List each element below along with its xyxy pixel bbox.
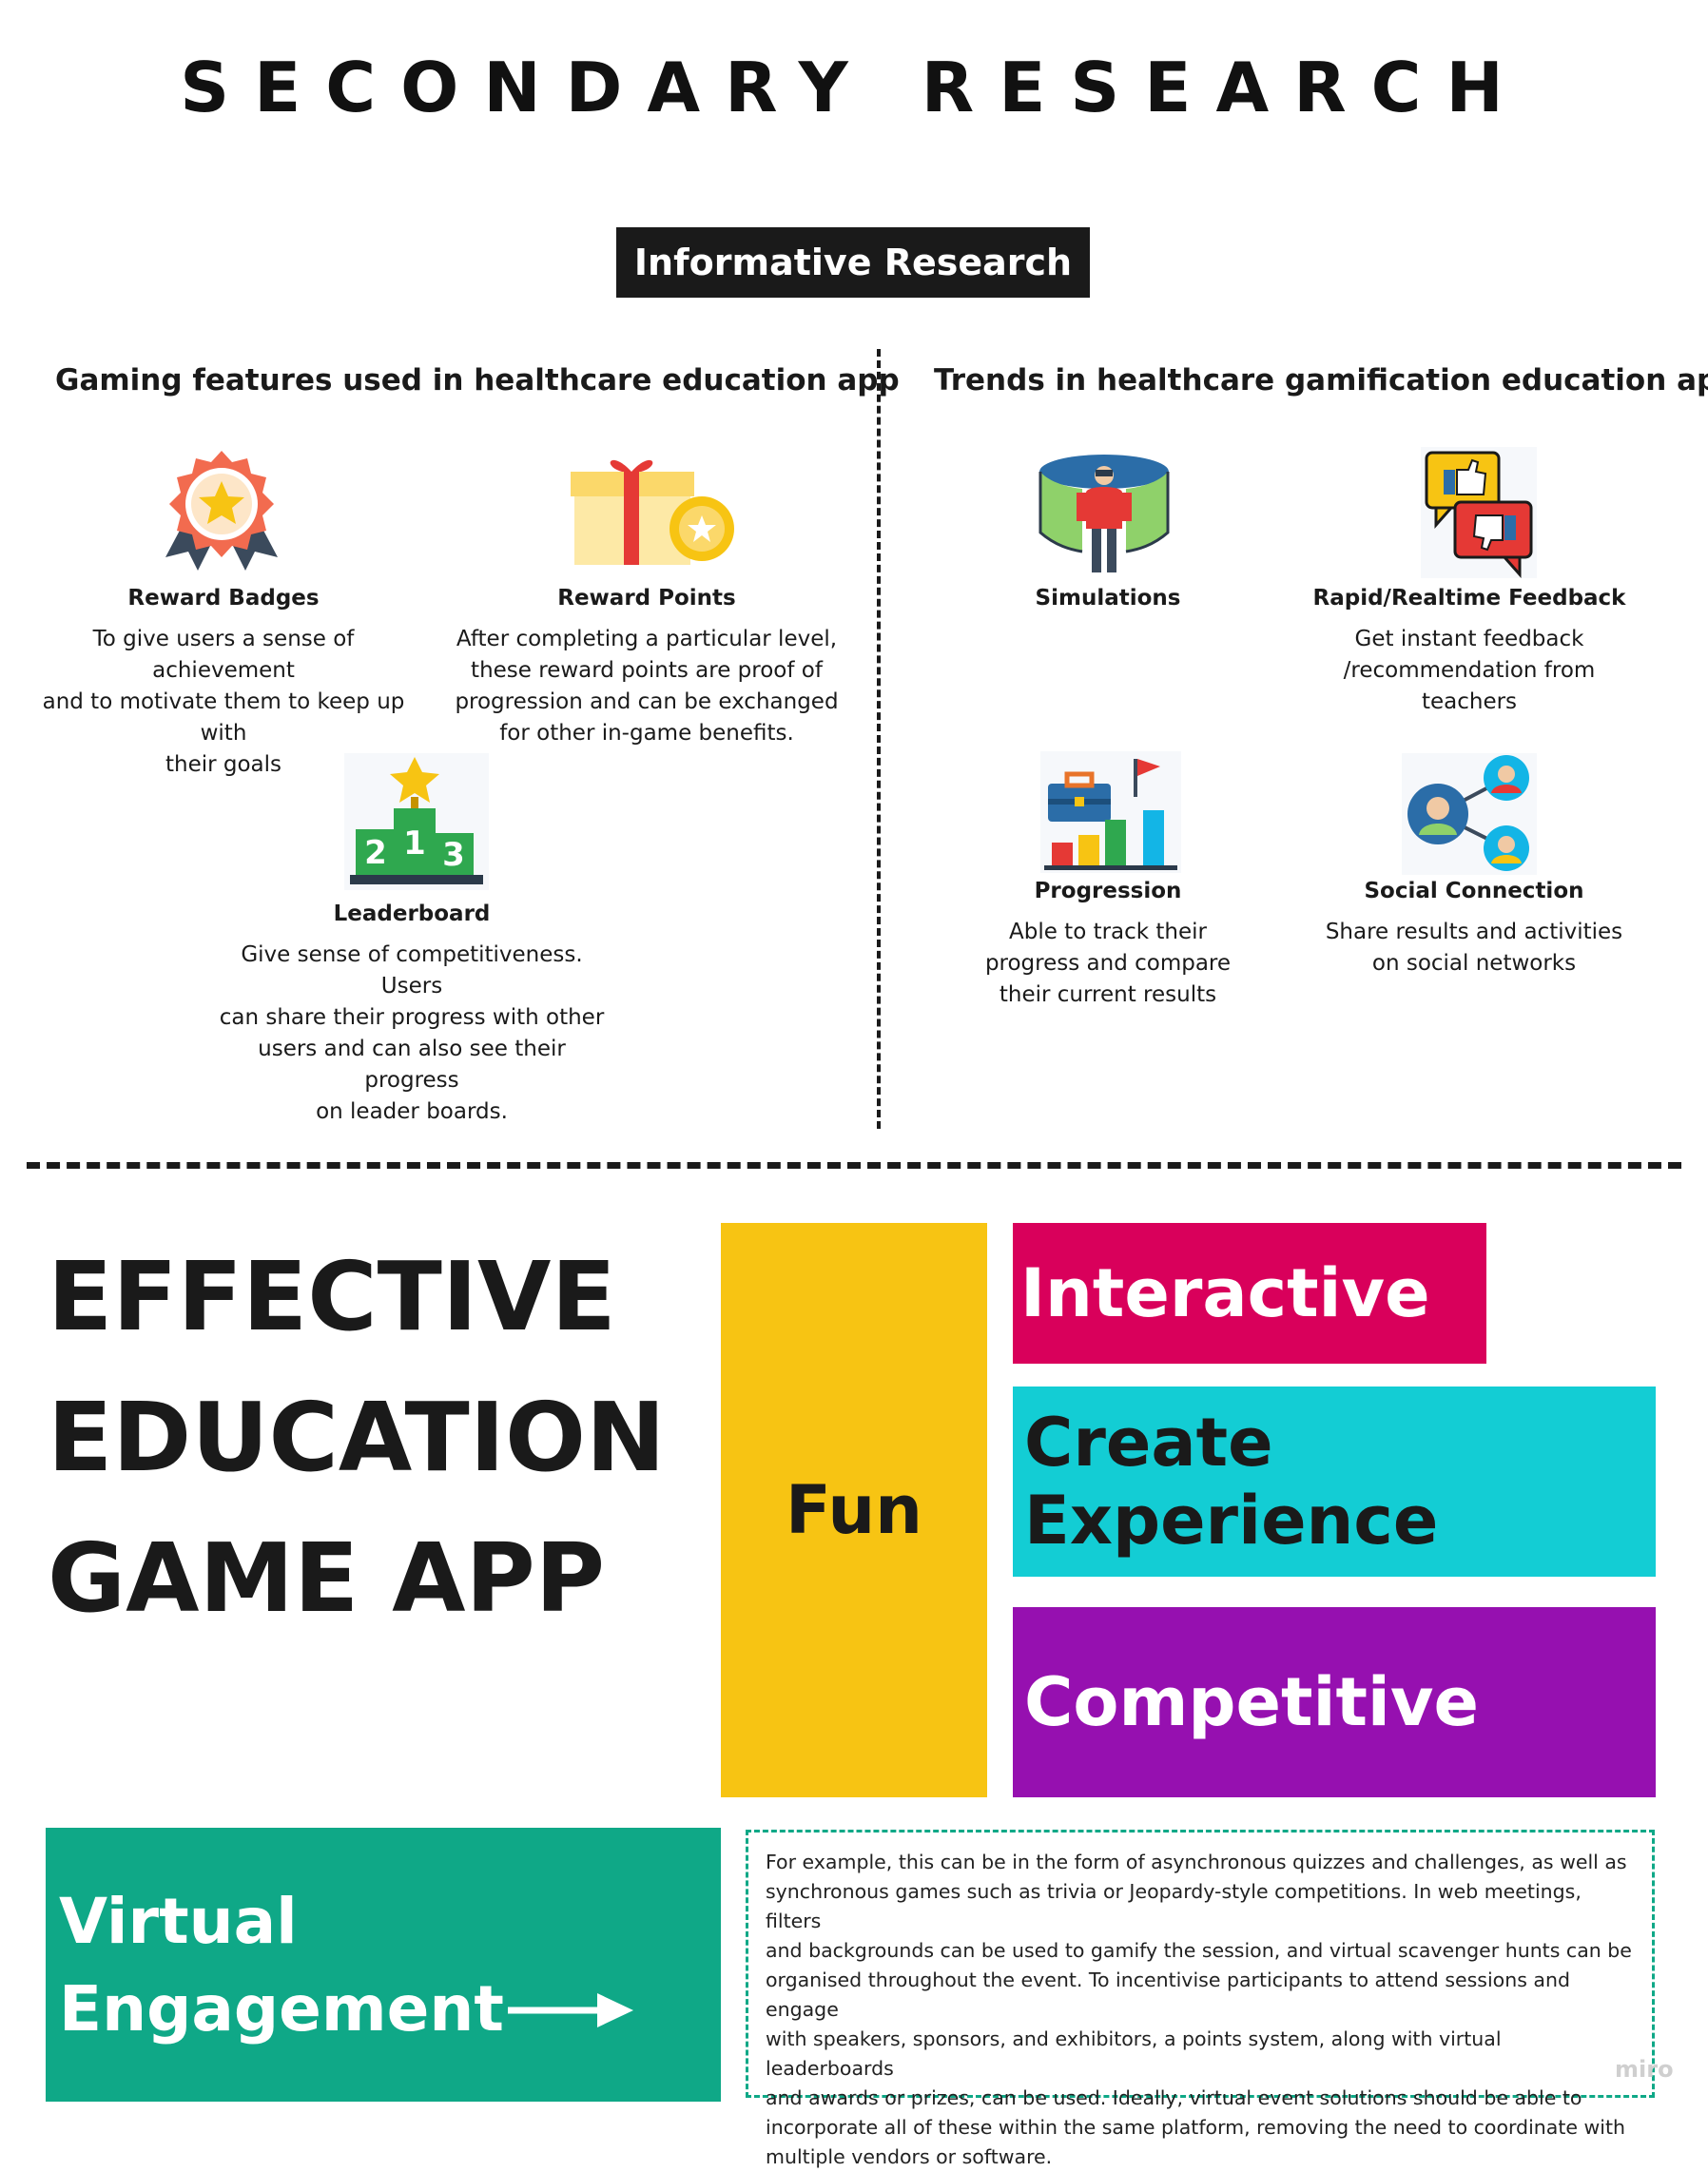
realtime-feedback-description: Get instant feedback /recommendation fro… bbox=[1343, 627, 1596, 714]
simulations-title: Simulations bbox=[1035, 586, 1181, 611]
reward-badges-title: Reward Badges bbox=[127, 586, 320, 611]
svg-text:3: 3 bbox=[442, 836, 465, 874]
example-text-box: For example, this can be in the form of … bbox=[746, 1830, 1655, 2168]
social-network-icon bbox=[1402, 753, 1537, 875]
social-connection-item: Social Connection Share results and acti… bbox=[1303, 879, 1645, 979]
right-column-heading: Trends in healthcare gamification educat… bbox=[934, 363, 1708, 398]
reward-badges-description: To give users a sense of achievement and… bbox=[42, 627, 405, 777]
social-connection-description: Share results and activities on social n… bbox=[1325, 920, 1623, 976]
horizontal-divider bbox=[27, 1162, 1681, 1169]
reward-points-item: Reward Points After completing a particu… bbox=[447, 586, 846, 749]
virtual-engagement-line1: Virtual bbox=[59, 1885, 298, 1958]
progression-description: Able to track their progress and compare… bbox=[984, 920, 1232, 1007]
leaderboard-title: Leaderboard bbox=[333, 902, 491, 926]
social-connection-title: Social Connection bbox=[1364, 879, 1584, 903]
leaderboard-description: Give sense of competitiveness. Users can… bbox=[219, 942, 605, 1124]
vertical-divider bbox=[877, 349, 881, 1129]
reward-points-description: After completing a particular level, the… bbox=[455, 627, 839, 746]
simulations-item: Simulations bbox=[961, 586, 1255, 611]
reward-points-title: Reward Points bbox=[557, 586, 736, 611]
competitive-block: Competitive bbox=[1013, 1607, 1656, 1797]
vr-simulation-icon bbox=[1038, 455, 1170, 572]
create-experience-block: Create Experience bbox=[1013, 1387, 1656, 1577]
progress-chart-icon bbox=[1040, 751, 1181, 873]
svg-text:2: 2 bbox=[364, 834, 387, 872]
section-badge: Informative Research bbox=[616, 227, 1090, 298]
arrow-right-icon bbox=[508, 1993, 633, 2027]
leaderboard-item: Leaderboard Give sense of competitivenes… bbox=[207, 902, 616, 1128]
left-column-heading: Gaming features used in healthcare educa… bbox=[55, 363, 900, 398]
progression-item: Progression Able to track their progress… bbox=[961, 879, 1255, 1011]
realtime-feedback-item: Rapid/Realtime Feedback Get instant feed… bbox=[1293, 586, 1645, 718]
virtual-engagement-block: Virtual Engagement bbox=[46, 1828, 721, 2102]
realtime-feedback-title: Rapid/Realtime Feedback bbox=[1312, 586, 1626, 611]
reward-badges-item: Reward Badges To give users a sense of a… bbox=[19, 586, 428, 781]
virtual-engagement-line2: Engagement bbox=[59, 1972, 504, 2046]
effective-heading: EFFECTIVE EDUCATION GAME APP bbox=[48, 1241, 666, 1634]
fun-block: Fun bbox=[721, 1223, 987, 1797]
svg-text:1: 1 bbox=[403, 824, 426, 863]
feedback-icon bbox=[1421, 447, 1537, 578]
progression-title: Progression bbox=[1034, 879, 1182, 903]
miro-watermark: miro bbox=[1615, 2056, 1674, 2083]
gift-icon bbox=[571, 459, 734, 565]
page-title: SECONDARY RESEARCH bbox=[180, 48, 1528, 127]
interactive-block: Interactive bbox=[1013, 1223, 1486, 1364]
badge-icon bbox=[165, 451, 278, 571]
